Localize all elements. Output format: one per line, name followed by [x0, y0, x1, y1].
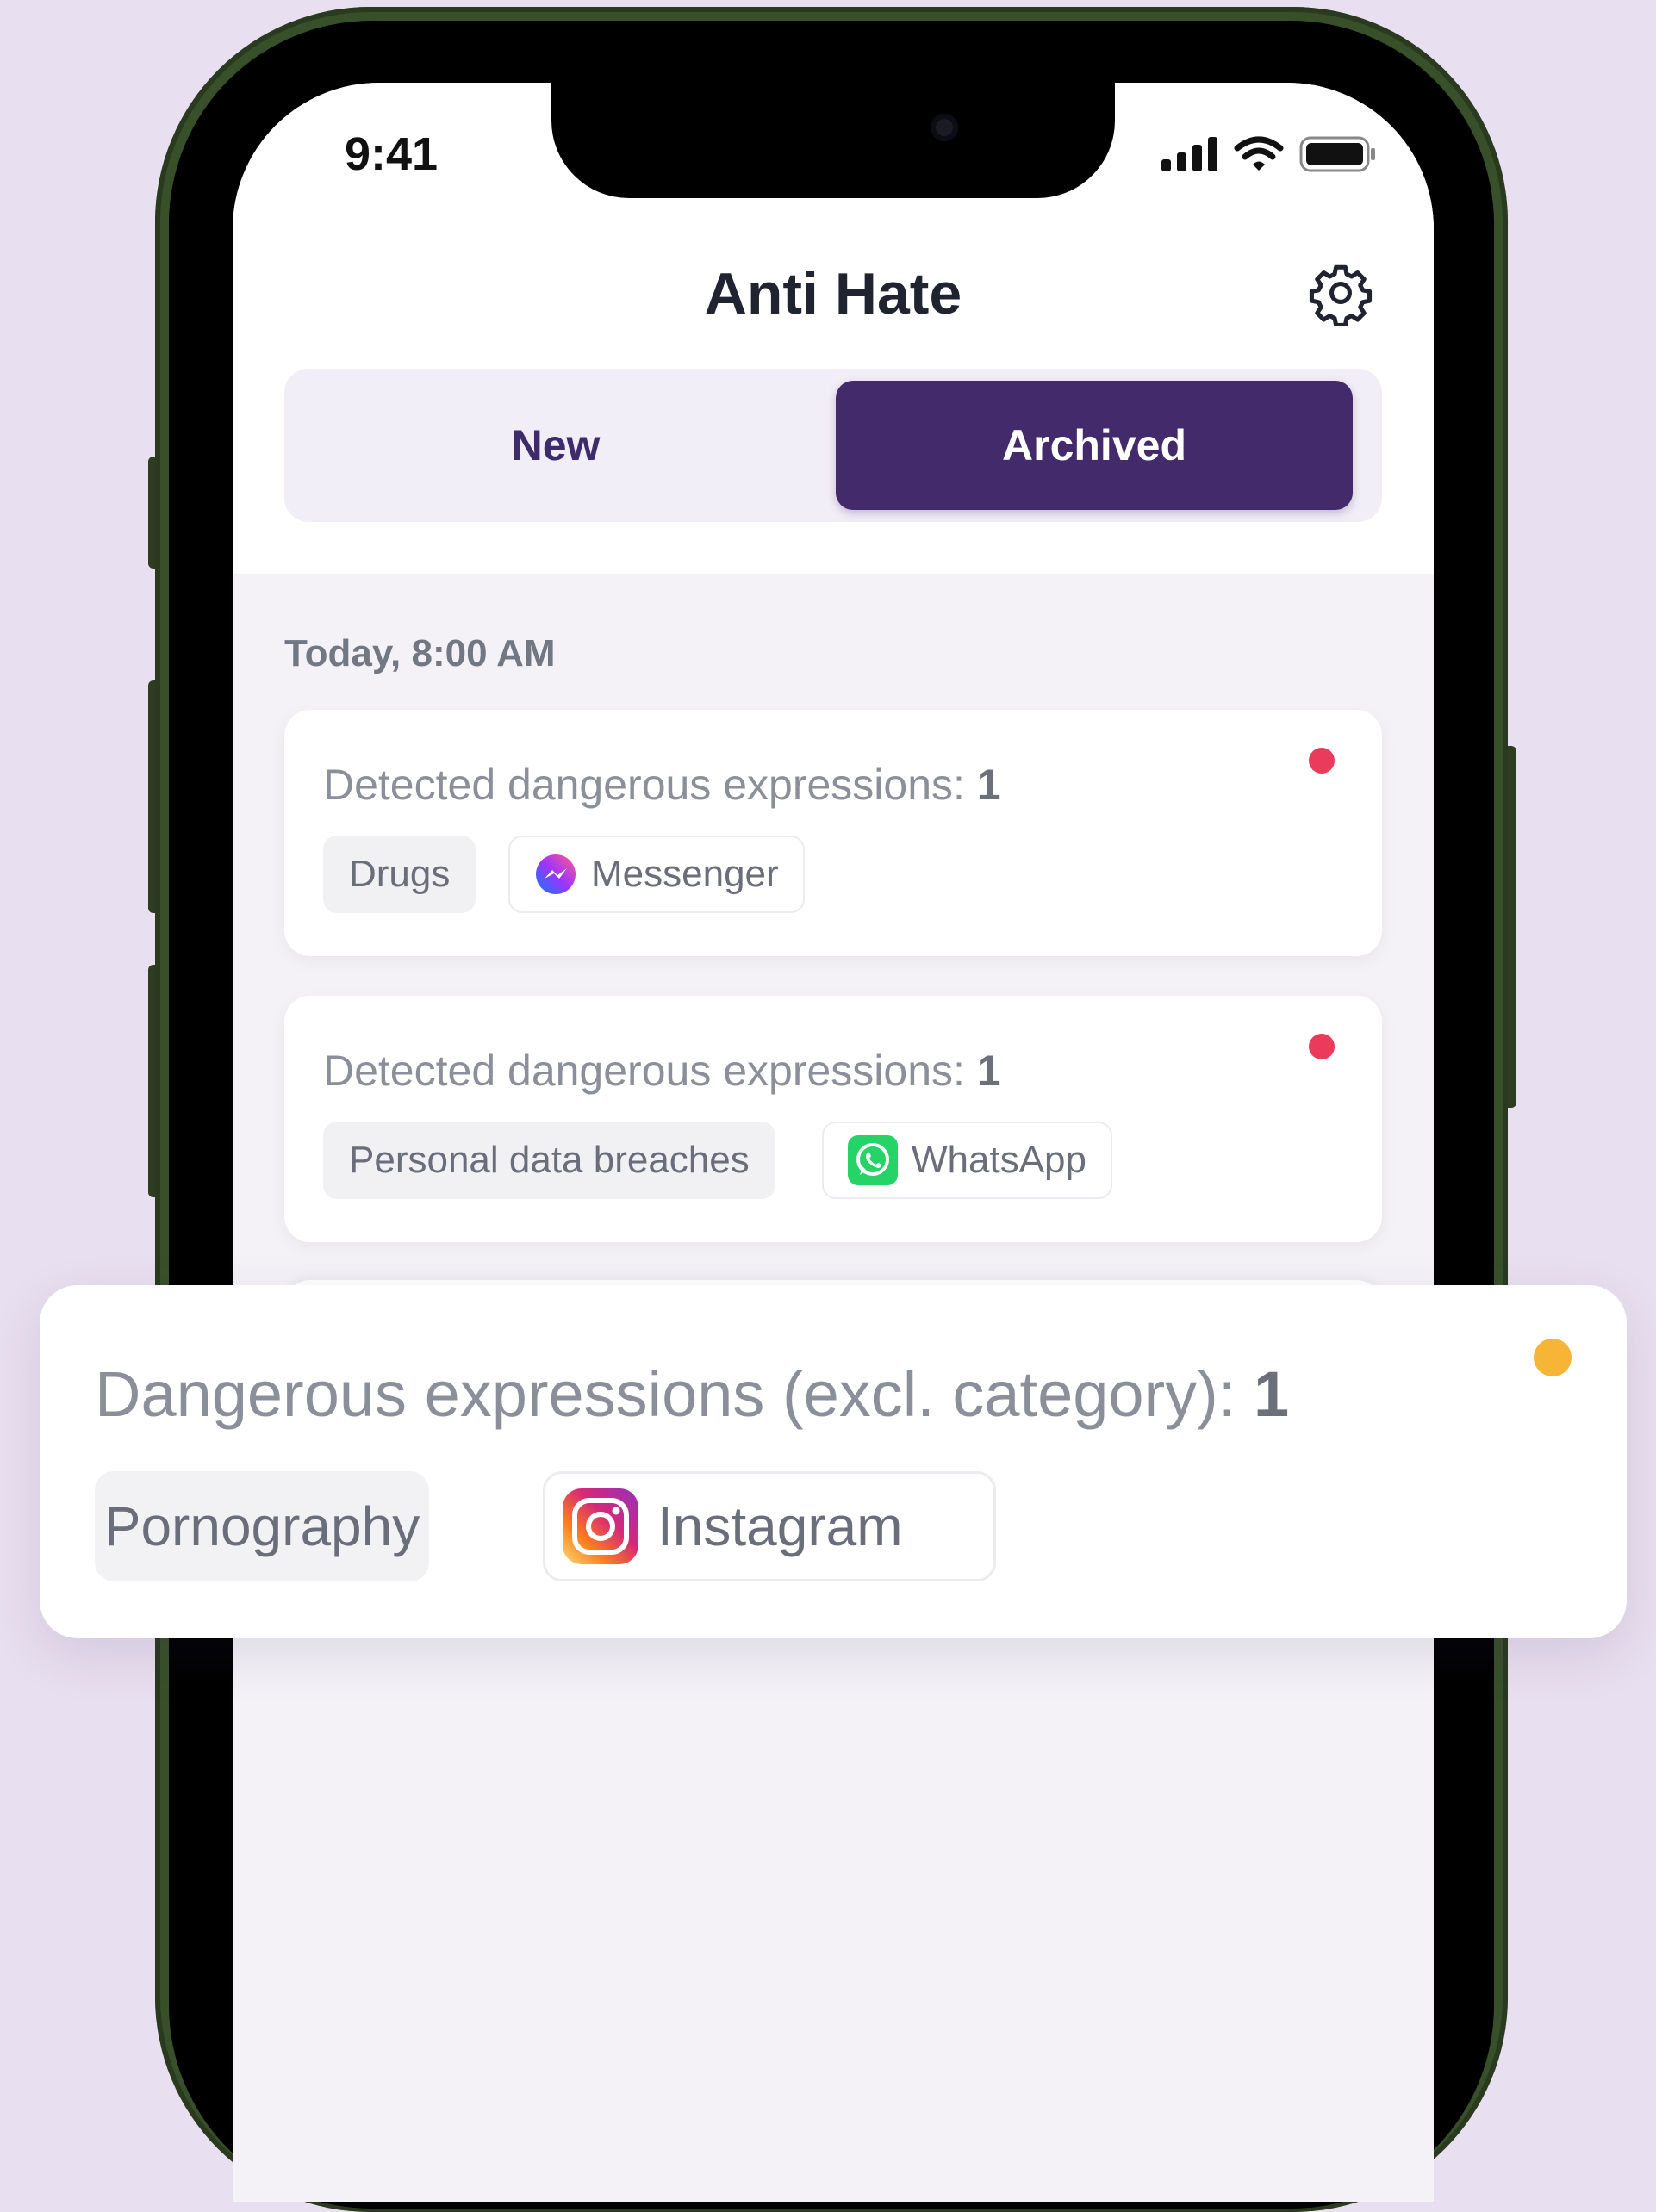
camera-icon: [931, 114, 958, 141]
tab-archived[interactable]: Archived: [836, 381, 1353, 510]
page-title: Anti Hate: [704, 261, 962, 326]
unread-dot: [1309, 1034, 1335, 1059]
alert-title: Detected dangerous expressions: 1: [323, 1047, 1001, 1095]
signal-icon: [1161, 137, 1217, 171]
battery-icon: [1299, 136, 1375, 172]
status-time: 9:41: [345, 128, 439, 180]
app-tag-label: Messenger: [591, 853, 779, 895]
whatsapp-icon: [848, 1135, 898, 1185]
status-icons: [1161, 136, 1377, 172]
alert-count: 1: [976, 1047, 1001, 1095]
app-tag-label: WhatsApp: [912, 1139, 1086, 1181]
category-tag: Personal data breaches: [323, 1122, 775, 1199]
gear-icon[interactable]: [1308, 260, 1373, 326]
app-tag: Messenger: [508, 836, 805, 913]
alert-card-messenger[interactable]: Detected dangerous expressions: 1 Drugs …: [284, 710, 1382, 956]
warning-dot: [1534, 1339, 1572, 1376]
alert-count: 1: [976, 761, 1001, 809]
phone-screen: 9:41 Anti Hate New Archived Today, 8:00 …: [233, 83, 1434, 2202]
app-tag-label: Instagram: [657, 1495, 903, 1557]
messenger-icon: [536, 854, 576, 894]
feed-timestamp: Today, 8:00 AM: [284, 632, 556, 674]
category-tag: Pornography: [95, 1471, 429, 1581]
instagram-icon: [563, 1488, 638, 1564]
alert-title: Detected dangerous expressions: 1: [323, 761, 1001, 809]
tab-switcher: New Archived: [284, 369, 1382, 522]
tab-new[interactable]: New: [284, 369, 827, 522]
alert-title: Dangerous expressions (excl. category): …: [95, 1358, 1290, 1430]
alert-card-instagram[interactable]: Dangerous expressions (excl. category): …: [40, 1285, 1627, 1638]
unread-dot: [1309, 748, 1335, 774]
app-tag: Instagram: [543, 1471, 996, 1581]
alert-count: 1: [1253, 1358, 1290, 1430]
notch: [551, 83, 1115, 198]
alert-card-whatsapp[interactable]: Detected dangerous expressions: 1 Person…: [284, 996, 1382, 1242]
category-tag: Drugs: [323, 836, 476, 913]
app-tag: WhatsApp: [822, 1122, 1112, 1199]
wifi-icon: [1234, 136, 1284, 171]
